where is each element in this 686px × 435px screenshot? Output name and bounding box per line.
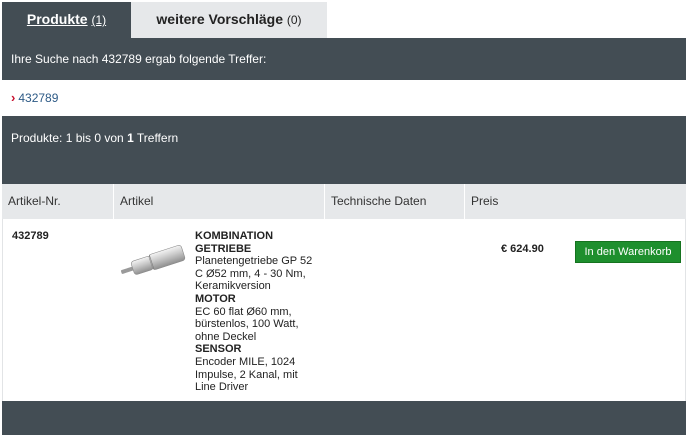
results-suffix: Treffern xyxy=(133,131,179,145)
suggestion-row: › 432789 xyxy=(2,80,686,116)
column-header-artikel-nr: Artikel-Nr. xyxy=(2,184,114,219)
tab-produkte[interactable]: Produkte (1) xyxy=(2,2,131,38)
section-text: Encoder MILE, 1024 Impulse, 2 Kanal, mit… xyxy=(195,355,298,394)
tab-bar: Produkte (1) weitere Vorschläge (0) xyxy=(0,0,686,38)
section-text: EC 60 flat Ø60 mm, bürstenlos, 100 Watt,… xyxy=(195,305,299,343)
section-heading: KOMBINATION GETRIEBE xyxy=(195,230,274,255)
column-header-technische-daten: Technische Daten xyxy=(325,184,465,219)
section-text: Planetengetriebe GP 52 C Ø52 mm, 4 - 30 … xyxy=(195,255,313,293)
results-count: 1 xyxy=(127,131,134,145)
table-row: 432789 KOMBINATION GETRIEBE Planetengetr… xyxy=(2,219,686,401)
results-summary: Produkte: 1 bis 0 von 1 Treffern xyxy=(2,116,686,184)
price: € 624.90 xyxy=(501,243,544,255)
tab-weitere-label: weitere Vorschläge xyxy=(156,11,283,27)
tab-weitere-count: (0) xyxy=(286,13,302,27)
section-heading: MOTOR xyxy=(195,292,236,305)
suggestion-link[interactable]: 432789 xyxy=(18,91,58,105)
tab-produkte-label: Produkte xyxy=(26,11,88,27)
tab-weitere-vorschlaege[interactable]: weitere Vorschläge (0) xyxy=(131,2,327,38)
results-prefix: Produkte: 1 bis 0 von xyxy=(11,131,128,145)
tab-produkte-count: (1) xyxy=(91,13,107,27)
chevron-right-icon: › xyxy=(11,90,16,105)
add-to-cart-button[interactable]: In den Warenkorb xyxy=(575,241,681,263)
footer-bar xyxy=(2,401,686,435)
column-header-preis: Preis xyxy=(471,194,499,208)
search-result-message: Ihre Suche nach 432789 ergab folgende Tr… xyxy=(2,38,686,80)
article-number: 432789 xyxy=(12,230,49,242)
product-description: KOMBINATION GETRIEBE Planetengetriebe GP… xyxy=(195,230,317,394)
product-image[interactable] xyxy=(118,241,188,285)
table-header: Artikel-Nr. Artikel Technische Daten Pre… xyxy=(2,184,686,219)
column-header-artikel: Artikel xyxy=(114,184,325,219)
section-heading: SENSOR xyxy=(195,343,242,356)
